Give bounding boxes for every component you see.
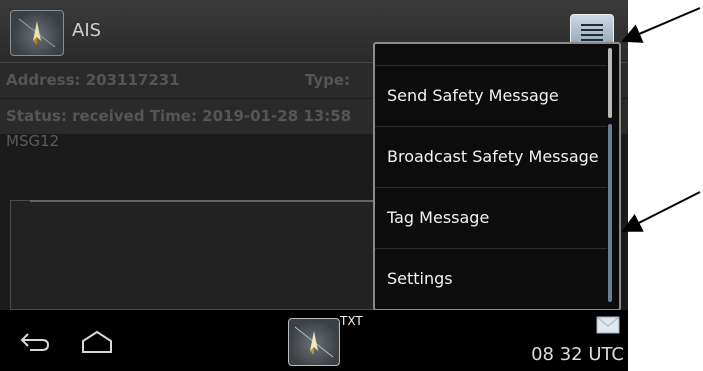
arrow-to-scrollbar	[621, 191, 701, 232]
arrow-to-menu-button	[621, 7, 701, 43]
callout-arrows	[621, 7, 701, 232]
